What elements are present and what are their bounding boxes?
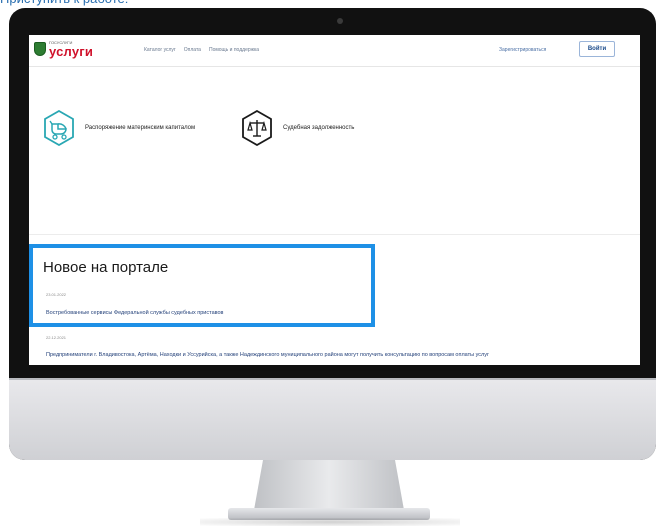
gosuslugi-logo[interactable]: ГОСУСЛУГИ услуги: [34, 40, 93, 58]
section-divider: [29, 234, 640, 235]
news-heading: Новое на портале: [43, 259, 169, 276]
nav-payment[interactable]: Оплата: [184, 47, 201, 53]
site-header: ГОСУСЛУГИ услуги Каталог услуг Оплата По…: [29, 35, 640, 67]
logo-text: услуги: [49, 44, 94, 59]
camera-icon: [337, 18, 343, 24]
service-court-debt[interactable]: Судебная задолженность: [239, 110, 354, 146]
monitor-chin: [9, 378, 656, 460]
screen: ГОСУСЛУГИ услуги Каталог услуг Оплата По…: [29, 35, 640, 371]
main-nav: Каталог услуг Оплата Помощь и поддержка: [144, 47, 259, 53]
nav-help[interactable]: Помощь и поддержка: [209, 47, 259, 53]
nav-catalog[interactable]: Каталог услуг: [144, 47, 176, 53]
news-link[interactable]: Востребованные сервисы Федеральной служб…: [46, 310, 223, 316]
news-link[interactable]: Предприниматели г. Владивостока, Артёма,…: [46, 351, 631, 359]
service-label-maternity: Распоряжение материнским капиталом: [85, 124, 196, 131]
news-date: 22.12.2021: [46, 335, 67, 340]
coat-of-arms-icon: [34, 42, 46, 56]
baby-stroller-icon: [41, 110, 77, 146]
service-maternity-capital[interactable]: Распоряжение материнским капиталом: [41, 110, 195, 146]
page: Приступить к работе: ГОСУСЛУГИ услуги Ка…: [0, 0, 657, 526]
service-label-court-debt: Судебная задолженность: [283, 124, 355, 131]
news-date: 23.01.2022: [46, 292, 67, 297]
monitor-shadow: [200, 518, 460, 526]
monitor-stand: [254, 460, 404, 510]
login-button[interactable]: Войти: [579, 41, 615, 57]
register-link[interactable]: Зарегистрироваться: [499, 47, 546, 53]
scales-icon: [239, 110, 275, 146]
monitor-chin-edge: [9, 378, 656, 380]
